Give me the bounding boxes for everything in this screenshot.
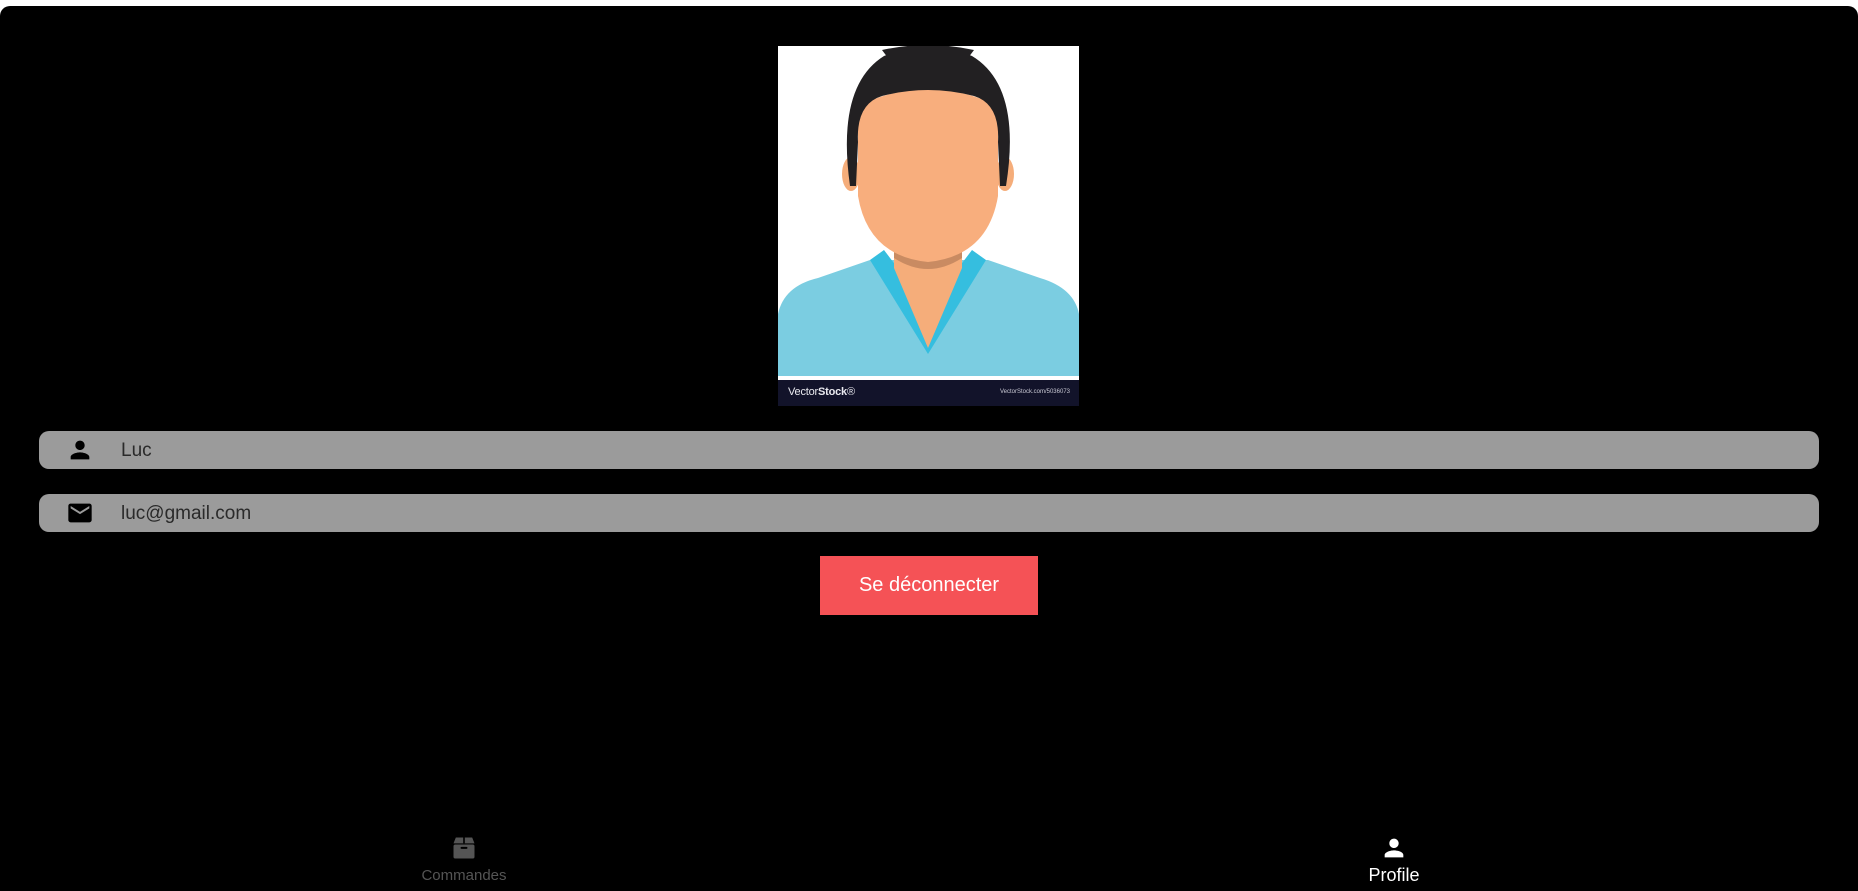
app-screen: VectorStock® VectorStock.com/5036073 Luc…: [0, 6, 1858, 891]
email-field[interactable]: luc@gmail.com: [39, 494, 1819, 532]
email-value: luc@gmail.com: [121, 503, 252, 524]
profile-avatar: VectorStock® VectorStock.com/5036073: [778, 46, 1079, 406]
logout-button[interactable]: Se déconnecter: [820, 556, 1038, 615]
nav-label-commandes: Commandes: [421, 867, 507, 884]
person-icon: [70, 440, 90, 460]
nav-label-profile: Profile: [1368, 865, 1420, 885]
mail-icon: [68, 503, 92, 523]
name-value: Luc: [121, 440, 152, 461]
watermark-url: VectorStock.com/5036073: [999, 389, 1070, 395]
name-field[interactable]: Luc: [39, 431, 1819, 469]
package-icon: [453, 837, 475, 859]
nav-item-profile[interactable]: Profile: [1294, 820, 1494, 891]
watermark-bar: VectorStock® VectorStock.com/5036073: [778, 380, 1079, 406]
watermark-brand: VectorStock®: [788, 386, 855, 398]
person-icon: [1384, 838, 1404, 858]
nav-item-commandes[interactable]: Commandes: [364, 820, 564, 891]
bottom-navigation: Commandes Profile: [0, 820, 1858, 891]
user-avatar-illustration: [778, 46, 1079, 406]
